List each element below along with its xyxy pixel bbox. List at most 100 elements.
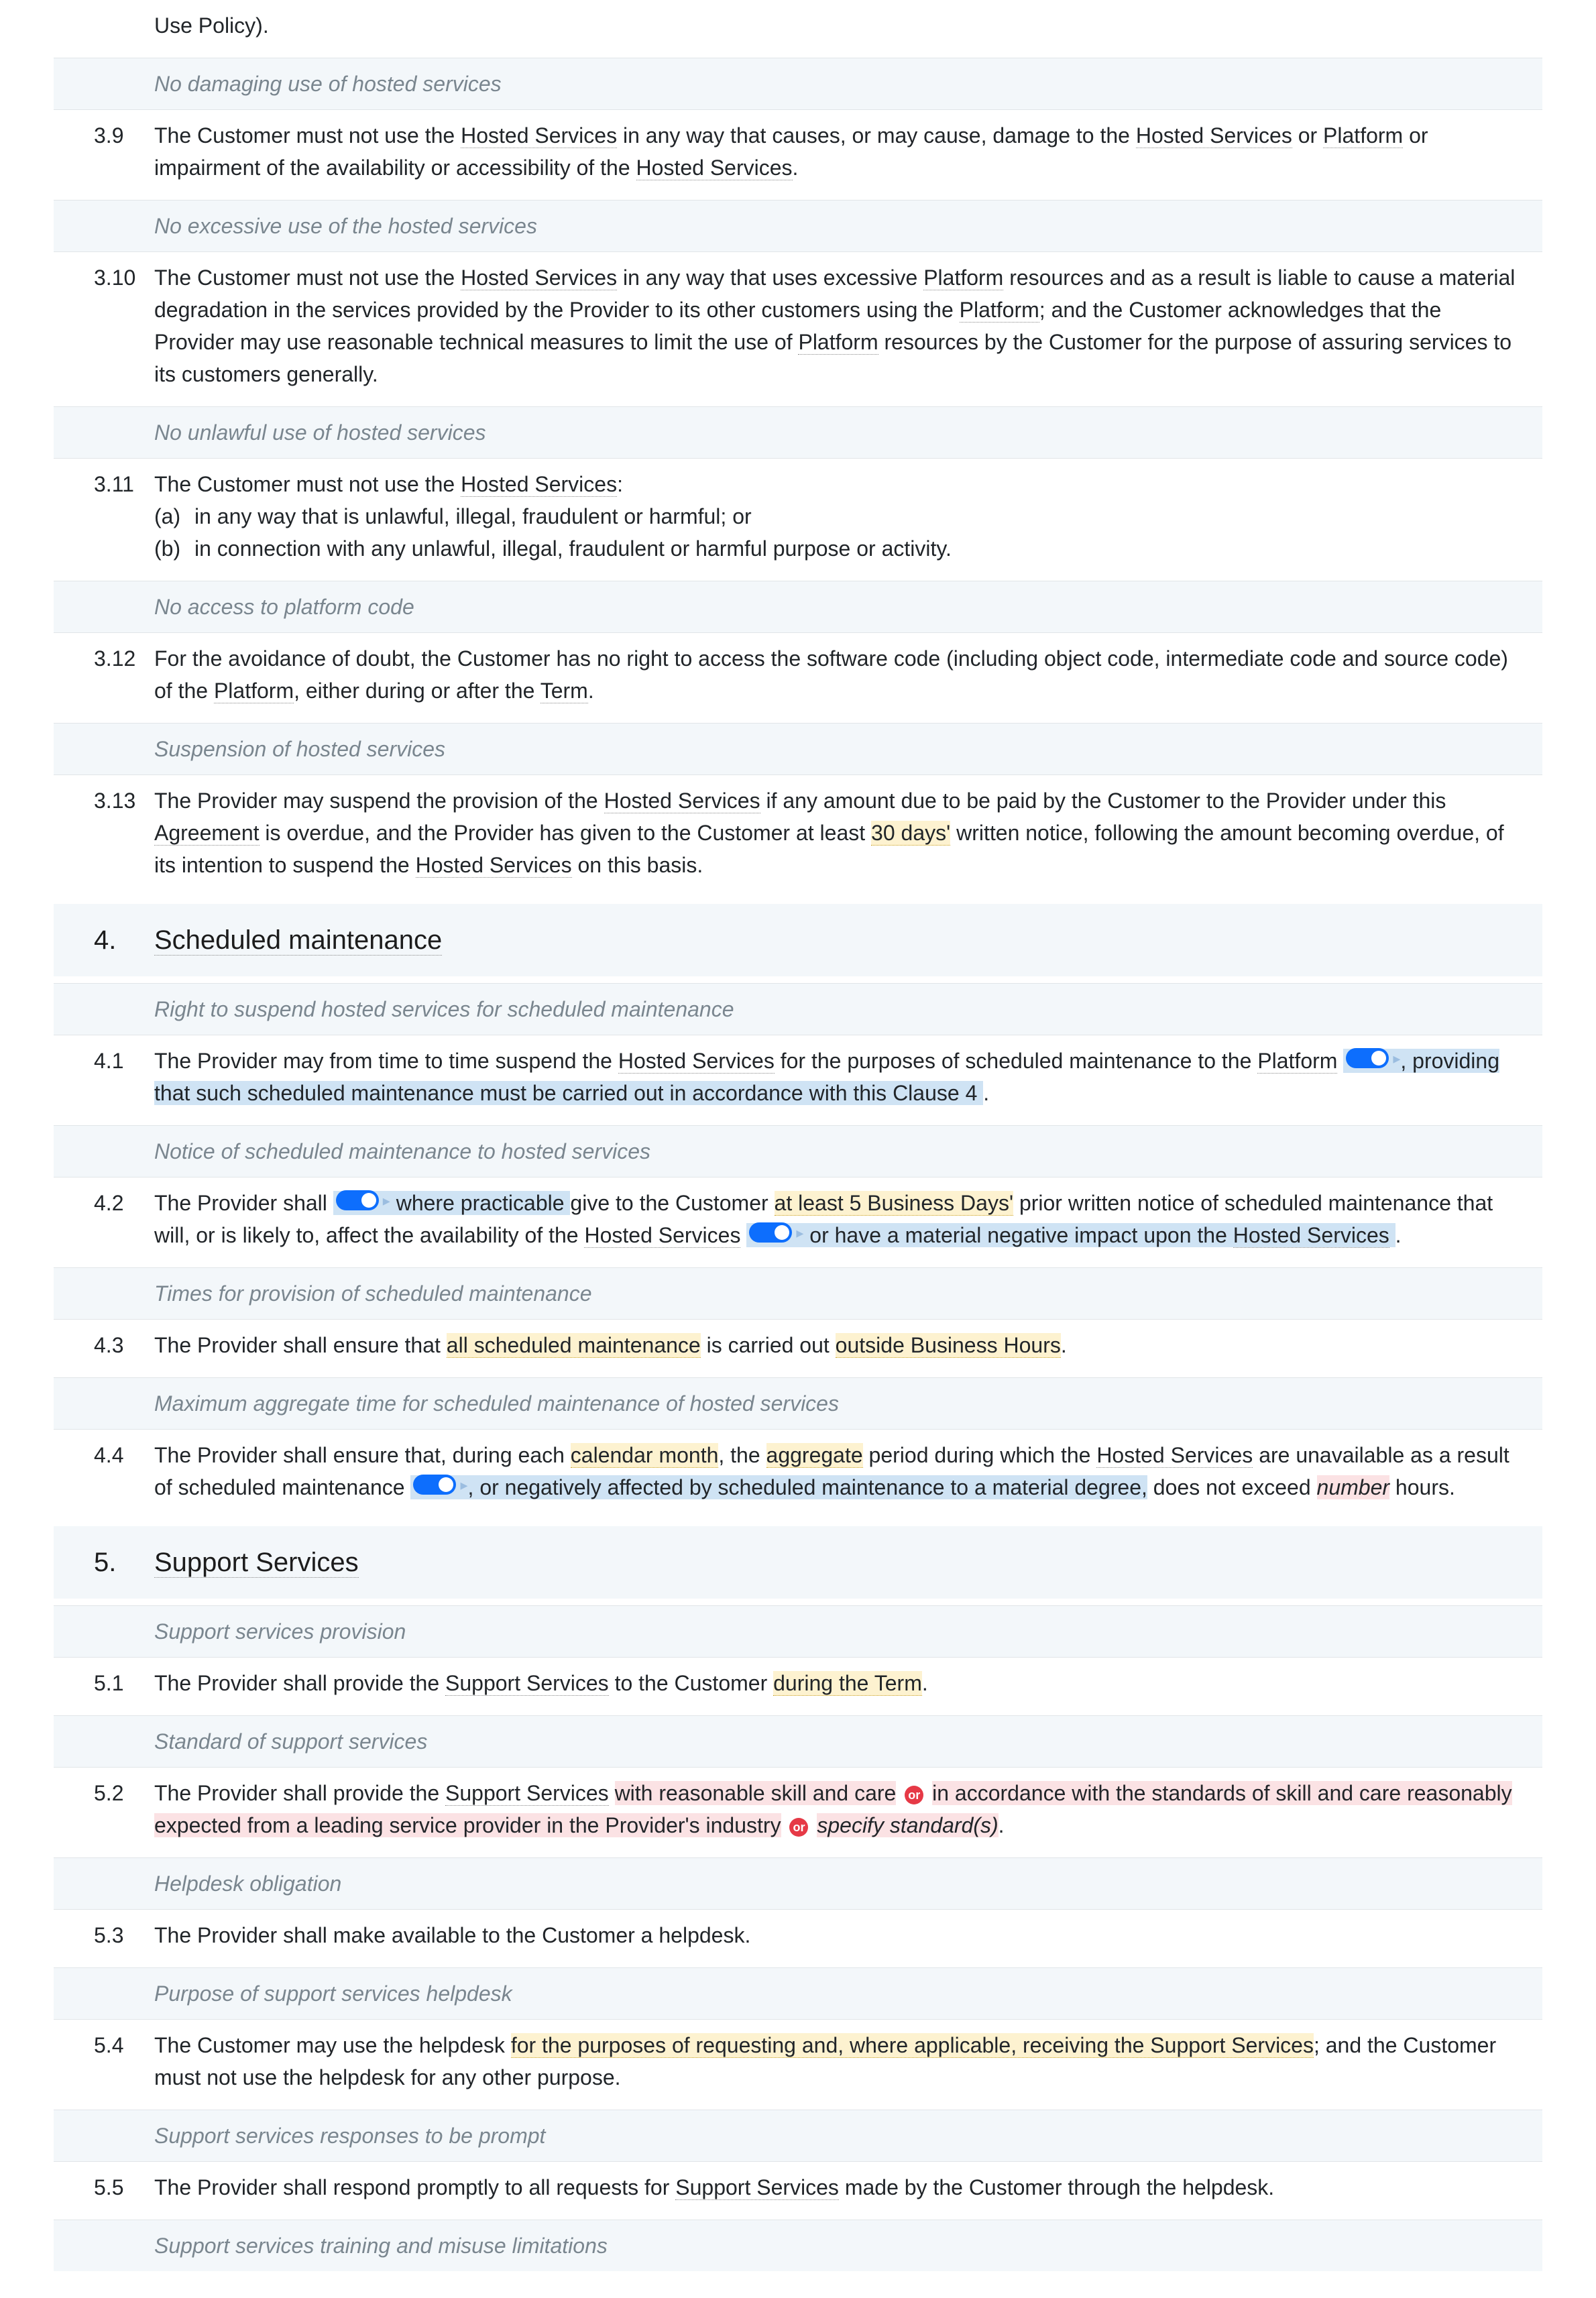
optional-text: where practicable [396, 1191, 571, 1215]
caption-notice-maintenance: Notice of scheduled maintenance to hoste… [54, 1125, 1542, 1177]
chevron-right-icon[interactable]: ▸ [460, 1474, 467, 1496]
caption-text: Standard of support services [154, 1725, 1542, 1758]
section-title-wrap: Support Services [154, 1542, 1542, 1583]
clause-3-10: 3.10 The Customer must not use the Hoste… [54, 252, 1542, 400]
clause-4-3: 4.3 The Provider shall ensure that all s… [54, 1320, 1542, 1371]
toggle-icon[interactable] [749, 1222, 792, 1243]
clause-3-12: 3.12 For the avoidance of doubt, the Cus… [54, 633, 1542, 716]
text: The Provider may from time to time suspe… [154, 1049, 618, 1073]
alt-option-1[interactable]: with reasonable skill and care [615, 1781, 897, 1805]
editable-all-maintenance[interactable]: all scheduled maintenance [447, 1333, 701, 1358]
text: . [999, 1813, 1005, 1837]
term-hosted-services[interactable]: Hosted Services [636, 156, 793, 180]
section-title[interactable]: Support Services [154, 1548, 359, 1578]
or-badge-icon[interactable]: or [789, 1818, 808, 1837]
section-5-header: 5. Support Services [54, 1526, 1542, 1599]
caption-text: No excessive use of the hosted services [154, 210, 1542, 242]
text: in any way that uses excessive [617, 266, 923, 290]
placeholder-standards[interactable]: specify standard(s) [817, 1813, 998, 1837]
editable-helpdesk-purpose[interactable]: for the purposes of requesting and, wher… [511, 2033, 1314, 2058]
clause-body: The Customer must not use the Hosted Ser… [154, 468, 1542, 565]
caption-no-access-code: No access to platform code [54, 581, 1542, 633]
clause-number: 5.3 [54, 1919, 154, 1951]
optional-negatively-affected: ▸, or negatively affected by scheduled m… [410, 1475, 1147, 1499]
text: The Customer may use the helpdesk [154, 2033, 511, 2057]
text: . [793, 156, 799, 180]
term-platform[interactable]: Platform [923, 266, 1003, 290]
chevron-right-icon[interactable]: ▸ [796, 1222, 803, 1244]
section-number: 4. [54, 920, 154, 960]
caption-text: Maximum aggregate time for scheduled mai… [154, 1387, 1542, 1420]
toggle-icon[interactable] [413, 1475, 456, 1495]
caption-text: No unlawful use of hosted services [154, 416, 1542, 449]
term-hosted-services[interactable]: Hosted Services [584, 1223, 740, 1248]
caption-text: Right to suspend hosted services for sch… [154, 993, 1542, 1025]
term-support-services[interactable]: Support Services [445, 1671, 609, 1696]
clause-3-9: 3.9 The Customer must not use the Hosted… [54, 110, 1542, 193]
clause-number: 4.3 [54, 1329, 154, 1361]
term-platform[interactable]: Platform [1323, 123, 1403, 148]
term-hosted-services[interactable]: Hosted Services [604, 789, 760, 813]
text: on this basis. [572, 853, 703, 877]
clause-4-4: 4.4 The Provider shall ensure that, duri… [54, 1430, 1542, 1513]
caption-text: No access to platform code [154, 591, 1542, 623]
sub-label: (b) [154, 532, 194, 565]
caption-text: Support services training and misuse lim… [154, 2230, 1542, 2262]
clause-number: 3.9 [54, 119, 154, 152]
text: give to the Customer [570, 1191, 774, 1215]
caption-no-excessive-use: No excessive use of the hosted services [54, 200, 1542, 252]
term-hosted-services[interactable]: Hosted Services [618, 1049, 775, 1074]
editable-during-term[interactable]: during the Term [773, 1671, 922, 1696]
term-hosted-services[interactable]: Hosted Services [1096, 1443, 1253, 1468]
clause-number: 3.12 [54, 642, 154, 675]
term-support-services[interactable]: Support Services [675, 2175, 839, 2200]
subclause-list: (a) in any way that is unlawful, illegal… [154, 500, 1516, 565]
toggle-icon[interactable] [336, 1190, 379, 1210]
subclause-a: (a) in any way that is unlawful, illegal… [154, 500, 1516, 532]
caption-text: No damaging use of hosted services [154, 68, 1542, 100]
optional-where-practicable: ▸ where practicable [333, 1191, 571, 1215]
caption-text: Notice of scheduled maintenance to hoste… [154, 1135, 1542, 1167]
placeholder-number[interactable]: number [1317, 1475, 1390, 1499]
clause-body: The Provider shall respond promptly to a… [154, 2171, 1542, 2203]
term-hosted-services[interactable]: Hosted Services [461, 123, 617, 148]
chevron-right-icon[interactable]: ▸ [383, 1190, 390, 1212]
caption-text: Suspension of hosted services [154, 733, 1542, 765]
term-platform[interactable]: Platform [1257, 1049, 1337, 1074]
clause-body: For the avoidance of doubt, the Customer… [154, 642, 1542, 707]
editable-aggregate[interactable]: aggregate [766, 1443, 863, 1468]
toggle-wrap: ▸ [1343, 1047, 1400, 1070]
editable-days[interactable]: 30 days' [871, 821, 950, 846]
term-platform[interactable]: Platform [798, 330, 878, 355]
toggle-icon[interactable] [1346, 1048, 1389, 1068]
term-hosted-services[interactable]: Hosted Services [461, 472, 617, 497]
caption-support-provision: Support services provision [54, 1605, 1542, 1658]
term-hosted-services[interactable]: Hosted Services [1136, 123, 1292, 148]
term-agreement[interactable]: Agreement [154, 821, 260, 846]
clause-number: 5.1 [54, 1667, 154, 1699]
sub-text: in connection with any unlawful, illegal… [194, 532, 952, 565]
term-platform[interactable]: Platform [214, 679, 294, 703]
section-title[interactable]: Scheduled maintenance [154, 925, 442, 956]
caption-times-maintenance: Times for provision of scheduled mainten… [54, 1267, 1542, 1320]
term-hosted-services[interactable]: Hosted Services [416, 853, 572, 878]
text: . [1061, 1333, 1067, 1357]
text: The Provider shall ensure that, during e… [154, 1443, 571, 1467]
clause-body: The Provider shall ensure that, during e… [154, 1439, 1542, 1503]
term-hosted-services[interactable]: Hosted Services [461, 266, 617, 290]
term-term[interactable]: Term [540, 679, 588, 703]
lead-in: The Customer must not use the Hosted Ser… [154, 468, 1516, 500]
term-platform[interactable]: Platform [960, 298, 1039, 323]
editable-business-hours[interactable]: outside Business Hours [836, 1333, 1061, 1358]
editable-calendar-month[interactable]: calendar month [571, 1443, 719, 1468]
optional-material-impact: ▸ or have a material negative impact upo… [746, 1223, 1395, 1247]
editable-business-days[interactable]: at least 5 Business Days' [775, 1191, 1014, 1216]
caption-suspension: Suspension of hosted services [54, 723, 1542, 775]
caption-training-misuse: Support services training and misuse lim… [54, 2220, 1542, 2271]
caption-no-damaging-use: No damaging use of hosted services [54, 58, 1542, 110]
chevron-right-icon[interactable]: ▸ [1393, 1047, 1400, 1070]
or-badge-icon[interactable]: or [905, 1786, 923, 1804]
term-support-services[interactable]: Support Services [445, 1781, 609, 1806]
caption-no-unlawful-use: No unlawful use of hosted services [54, 406, 1542, 459]
term-hosted-services[interactable]: Hosted Services [1233, 1223, 1389, 1248]
